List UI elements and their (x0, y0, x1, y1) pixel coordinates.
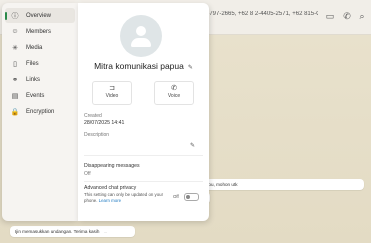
advanced-privacy-label: Advanced chat privacy (84, 185, 137, 191)
avatar-head-shape (136, 26, 146, 36)
video-call-icon[interactable]: ▭ (323, 9, 337, 23)
nav-item-events[interactable]: ▤ Events (5, 88, 75, 103)
link-icon: ⚭ (12, 76, 18, 84)
privacy-note: This setting can only be updated on your… (84, 192, 164, 203)
edit-description-icon[interactable]: ✎ (190, 142, 195, 149)
nav-item-files[interactable]: ▯ Files (5, 56, 75, 71)
video-button-label: Video (105, 93, 119, 99)
info-icon: ⓘ (11, 12, 19, 20)
nav-item-label: Encryption (26, 108, 55, 115)
nav-item-encryption[interactable]: 🔒 Encryption (5, 104, 75, 119)
nav-item-members[interactable]: ☺ Members (5, 24, 75, 39)
learn-more-link[interactable]: Learn more (99, 198, 121, 203)
nav-item-media[interactable]: ✳ Media (5, 40, 75, 55)
description-label: Description (84, 132, 110, 138)
phone-icon[interactable]: ✆ (340, 9, 354, 23)
created-label: Created (84, 113, 102, 119)
message-bubble: Ijin memasukkan undangan. Terima kasih .… (10, 226, 135, 237)
nav-item-label: Files (26, 60, 39, 67)
message-text: Ijin memasukkan undangan. Terima kasih (15, 229, 100, 234)
nav-item-label: Members (26, 28, 52, 35)
message-bubble: ... you, mohon utk (196, 179, 364, 190)
video-icon: ⊐ (109, 85, 115, 92)
advanced-privacy-description: This setting can only be updated on your… (84, 192, 164, 204)
advanced-privacy-toggle[interactable] (184, 193, 199, 201)
video-call-button[interactable]: ⊐ Video (92, 81, 132, 105)
nav-item-label: Links (26, 76, 41, 83)
calendar-icon: ▤ (11, 92, 19, 100)
media-icon: ✳ (12, 44, 18, 52)
search-icon[interactable]: ⌕ (355, 9, 369, 23)
members-icon: ☺ (11, 28, 19, 35)
nav-item-label: Media (26, 44, 43, 51)
nav-item-label: Overview (26, 12, 52, 19)
voice-call-button[interactable]: ✆ Voice (154, 81, 194, 105)
edit-pencil-icon[interactable]: ✎ (188, 65, 193, 71)
group-info-nav: ⓘ Overview ☺ Members ✳ Media ▯ Files ⚭ L… (2, 3, 78, 221)
nav-item-label: Events (26, 92, 45, 99)
divider (84, 155, 203, 156)
disappearing-messages-label[interactable]: Disappearing messages (84, 163, 140, 169)
lock-icon: 🔒 (10, 108, 20, 116)
avatar-body-shape (131, 38, 151, 47)
group-name-text: Mitra komunikasi papua (94, 61, 184, 71)
group-name: Mitra komunikasi papua ✎ (78, 61, 209, 71)
phone-icon: ✆ (171, 85, 177, 92)
divider (84, 181, 203, 182)
message-time: ... (103, 229, 108, 234)
disappearing-messages-value: Off (84, 171, 91, 177)
file-icon: ▯ (13, 60, 17, 68)
nav-item-overview[interactable]: ⓘ Overview (5, 8, 75, 23)
created-value: 28/07/2025 14:41 (84, 120, 125, 126)
nav-item-links[interactable]: ⚭ Links (5, 72, 75, 87)
voice-button-label: Voice (167, 93, 181, 99)
toggle-knob (186, 195, 190, 199)
participants-list[interactable]: 4797-2665, +62 8 2-4405-2571, +62 815-C.… (206, 11, 318, 17)
group-info-panel: Mitra komunikasi papua ✎ ⊐ Video ✆ Voice … (78, 3, 209, 221)
active-indicator (5, 12, 7, 20)
toggle-state-label: Off (173, 194, 179, 199)
group-avatar[interactable] (120, 15, 162, 57)
